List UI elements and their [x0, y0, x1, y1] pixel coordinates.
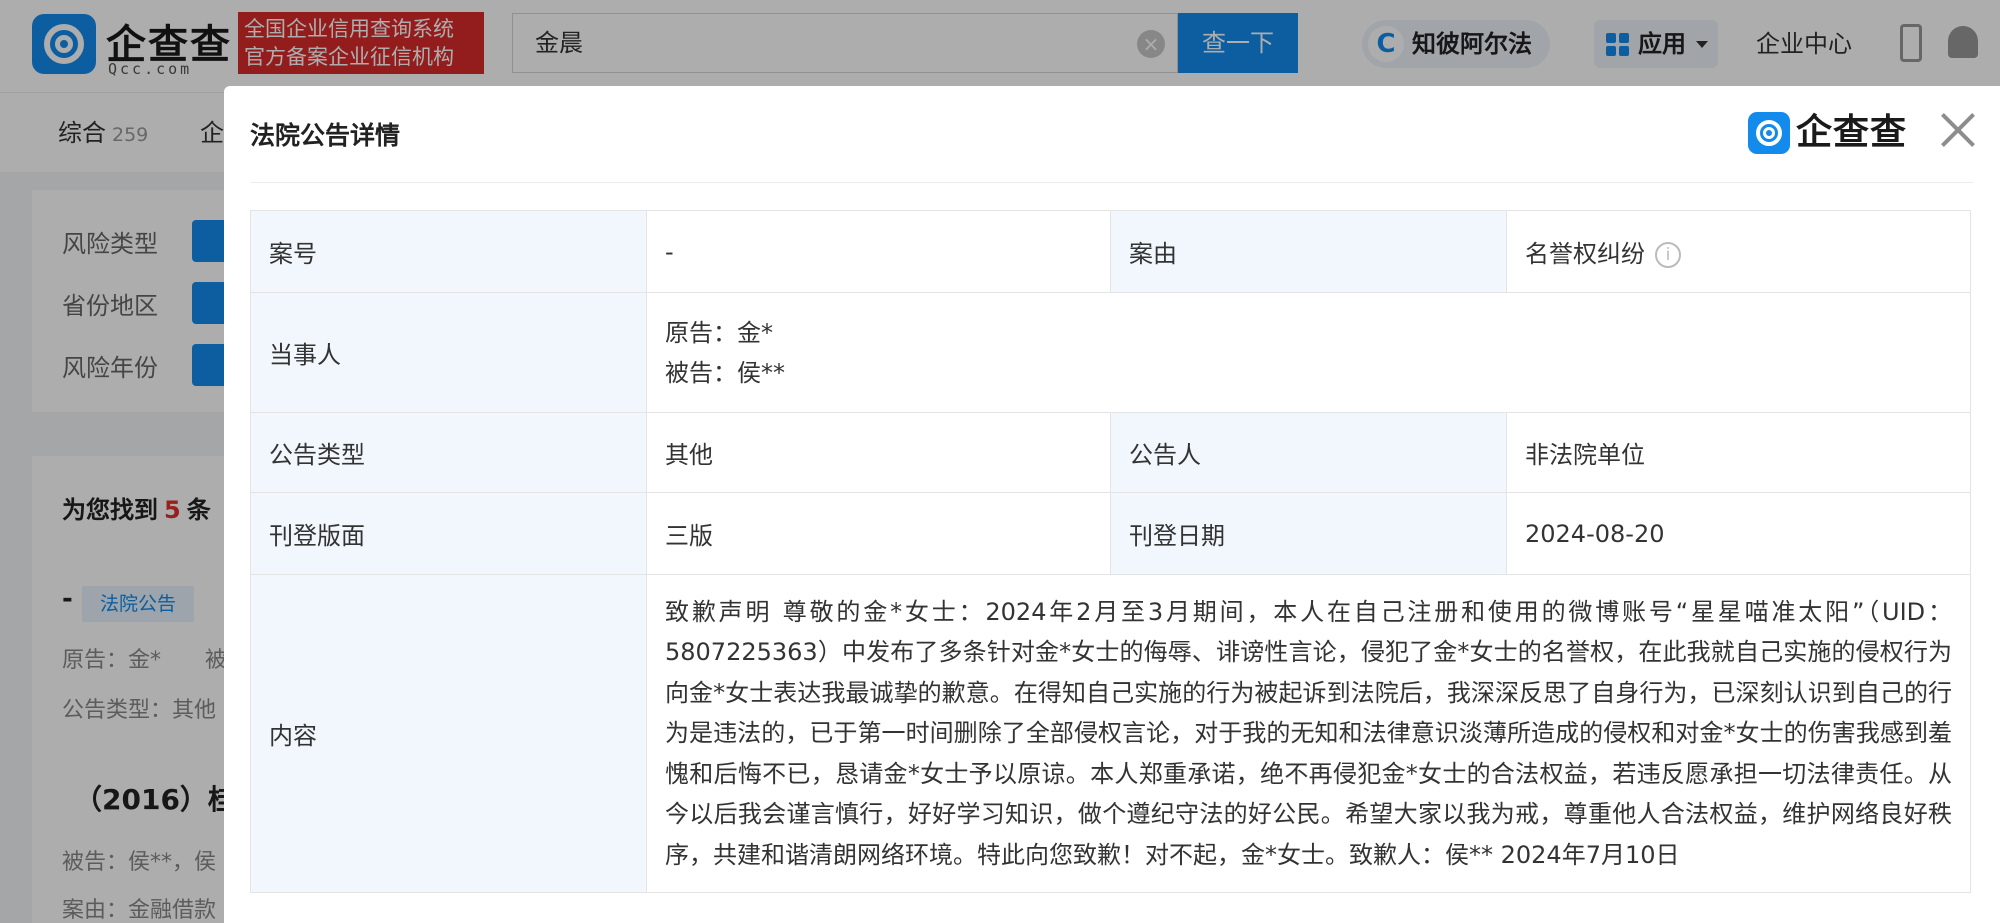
publish-date-label: 刊登日期 — [1110, 492, 1507, 575]
close-icon[interactable] — [1934, 106, 1984, 156]
parties-label: 当事人 — [250, 292, 647, 413]
court-notice-modal: 法院公告详情 企查查 案号 - 案由 名誉权纠纷 i 当事人 原告：金* 被告：侯… — [224, 86, 2000, 923]
content-cell: 致歉声明 尊敬的金*女士：2024年2月至3月期间，本人在自己注册和使用的微博账… — [646, 574, 1971, 893]
cause-value: 名誉权纠纷 — [1525, 240, 1645, 268]
notice-type-value: 其他 — [646, 412, 1111, 493]
defendant-value: 被告：侯** — [665, 358, 785, 387]
plaintiff-value: 原告：金* — [665, 318, 773, 347]
info-icon[interactable]: i — [1655, 242, 1681, 268]
notice-detail-table: 案号 - 案由 名誉权纠纷 i 当事人 原告：金* 被告：侯** 公告类型 其他 … — [250, 210, 1971, 893]
case-number-label: 案号 — [250, 210, 647, 293]
parties-cell: 原告：金* 被告：侯** — [646, 292, 1971, 413]
modal-qcc-logo: 企查查 — [1748, 110, 1916, 156]
publish-page-value: 三版 — [646, 492, 1111, 575]
cause-label: 案由 — [1110, 210, 1507, 293]
qcc-logo-icon — [1748, 112, 1790, 154]
modal-title: 法院公告详情 — [250, 121, 401, 150]
publish-date-value: 2024-08-20 — [1506, 492, 1971, 575]
case-number-value: - — [646, 210, 1111, 293]
divider — [250, 182, 1974, 183]
announcer-value: 非法院单位 — [1506, 412, 1971, 493]
notice-type-label: 公告类型 — [250, 412, 647, 493]
modal-logo-text: 企查查 — [1796, 112, 1908, 153]
publish-page-label: 刊登版面 — [250, 492, 647, 575]
content-text: 致歉声明 尊敬的金*女士：2024年2月至3月期间，本人在自己注册和使用的微博账… — [665, 597, 1952, 869]
content-label: 内容 — [250, 574, 647, 893]
announcer-label: 公告人 — [1110, 412, 1507, 493]
cause-cell: 名誉权纠纷 i — [1506, 210, 1971, 293]
